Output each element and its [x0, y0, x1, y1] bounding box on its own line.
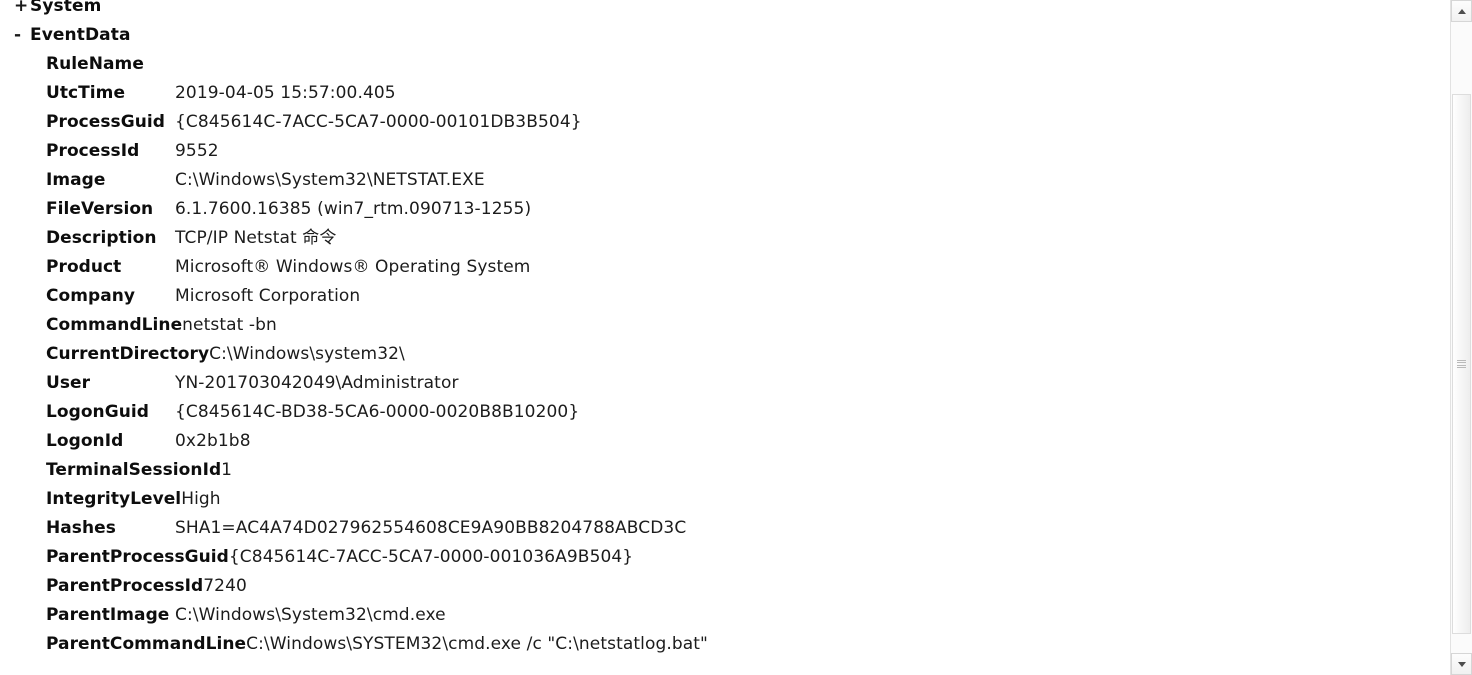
field-name: ProcessGuid: [46, 112, 165, 132]
field-value: C:\Windows\System32\cmd.exe: [175, 605, 446, 625]
collapse-minus-icon[interactable]: -: [14, 21, 30, 50]
field-name: CurrentDirectory: [46, 344, 210, 364]
field-name: LogonId: [46, 431, 124, 451]
event-field-row: LogonId 0x2b1b8: [0, 427, 1430, 456]
event-field-row: ParentImage C:\Windows\System32\cmd.exe: [0, 601, 1430, 630]
field-value: C:\Windows\System32\NETSTAT.EXE: [175, 170, 485, 190]
chevron-up-icon: [1457, 8, 1466, 14]
tree-node-eventdata[interactable]: - EventData: [0, 21, 1430, 50]
tree-node-system[interactable]: + System: [0, 0, 1430, 21]
field-name: Image: [46, 170, 106, 190]
expand-plus-icon[interactable]: +: [14, 0, 30, 21]
event-field-row: UtcTime 2019-04-05 15:57:00.405: [0, 79, 1430, 108]
field-name: ParentImage: [46, 605, 170, 625]
tree-node-label: System: [30, 0, 102, 16]
field-value: {C845614C-7ACC-5CA7-0000-001036A9B504}: [228, 547, 634, 567]
field-name: LogonGuid: [46, 402, 149, 422]
field-value: Microsoft Corporation: [175, 286, 361, 306]
event-field-row: CurrentDirectory C:\Windows\system32\: [0, 340, 1430, 369]
field-value: netstat -bn: [182, 315, 277, 335]
field-name: RuleName: [46, 54, 144, 74]
event-tree: + System - EventData RuleName UtcTime 20…: [0, 0, 1430, 659]
field-value: 0x2b1b8: [175, 431, 251, 451]
event-field-row: RuleName: [0, 50, 1430, 79]
event-field-row: IntegrityLevel High: [0, 485, 1430, 514]
field-name: Hashes: [46, 518, 116, 538]
field-name: IntegrityLevel: [46, 489, 182, 509]
chevron-down-icon: [1457, 661, 1466, 667]
field-value: YN-201703042049\Administrator: [175, 373, 459, 393]
scrollbar-track[interactable]: [1451, 22, 1472, 653]
field-name: ParentProcessId: [46, 576, 204, 596]
event-field-row: Company Microsoft Corporation: [0, 282, 1430, 311]
field-value: High: [181, 489, 221, 509]
field-name: TerminalSessionId: [46, 460, 222, 480]
scrollbar-thumb[interactable]: [1452, 94, 1471, 634]
field-name: Company: [46, 286, 136, 306]
field-name: Description: [46, 228, 157, 248]
event-field-row: TerminalSessionId 1: [0, 456, 1430, 485]
event-field-row: User YN-201703042049\Administrator: [0, 369, 1430, 398]
event-field-row: LogonGuid {C845614C-BD38-5CA6-0000-0020B…: [0, 398, 1430, 427]
event-field-row: ParentProcessId 7240: [0, 572, 1430, 601]
event-xml-detail-pane: + System - EventData RuleName UtcTime 20…: [0, 0, 1440, 675]
field-value: {C845614C-BD38-5CA6-0000-0020B8B10200}: [175, 402, 580, 422]
field-name: ParentCommandLine: [46, 634, 247, 654]
field-value: {C845614C-7ACC-5CA7-0000-00101DB3B504}: [175, 112, 582, 132]
field-name: Product: [46, 257, 122, 277]
scroll-down-button[interactable]: [1451, 653, 1472, 675]
event-field-row: FileVersion 6.1.7600.16385 (win7_rtm.090…: [0, 195, 1430, 224]
event-field-row: Product Microsoft® Windows® Operating Sy…: [0, 253, 1430, 282]
field-value: SHA1=AC4A74D027962554608CE9A90BB8204788A…: [175, 518, 687, 538]
field-name: CommandLine: [46, 315, 183, 335]
event-field-row: Hashes SHA1=AC4A74D027962554608CE9A90BB8…: [0, 514, 1430, 543]
field-name: FileVersion: [46, 199, 154, 219]
field-value: 7240: [203, 576, 247, 596]
field-value: 1: [221, 460, 233, 480]
field-value: 2019-04-05 15:57:00.405: [175, 83, 396, 103]
field-value: Microsoft® Windows® Operating System: [175, 257, 531, 277]
field-value: 9552: [175, 141, 219, 161]
field-name: UtcTime: [46, 83, 126, 103]
field-value: TCP/IP Netstat 命令: [175, 228, 337, 248]
field-value: 6.1.7600.16385 (win7_rtm.090713-1255): [175, 199, 532, 219]
event-detail-window: + System - EventData RuleName UtcTime 20…: [0, 0, 1472, 675]
event-field-row: ParentCommandLine C:\Windows\SYSTEM32\cm…: [0, 630, 1430, 659]
field-name: User: [46, 373, 91, 393]
tree-node-label: EventData: [30, 25, 131, 45]
field-value: C:\Windows\SYSTEM32\cmd.exe /c "C:\netst…: [246, 634, 708, 654]
field-name: ParentProcessGuid: [46, 547, 229, 567]
vertical-scrollbar[interactable]: [1450, 0, 1472, 675]
scroll-up-button[interactable]: [1451, 0, 1472, 22]
event-field-row: Image C:\Windows\System32\NETSTAT.EXE: [0, 166, 1430, 195]
event-field-row: ProcessGuid {C845614C-7ACC-5CA7-0000-001…: [0, 108, 1430, 137]
event-field-row: Description TCP/IP Netstat 命令: [0, 224, 1430, 253]
field-name: ProcessId: [46, 141, 140, 161]
event-field-row: ProcessId 9552: [0, 137, 1430, 166]
field-value: C:\Windows\system32\: [209, 344, 405, 364]
event-field-row: CommandLine netstat -bn: [0, 311, 1430, 340]
grip-icon: [1457, 359, 1466, 369]
event-field-row: ParentProcessGuid {C845614C-7ACC-5CA7-00…: [0, 543, 1430, 572]
